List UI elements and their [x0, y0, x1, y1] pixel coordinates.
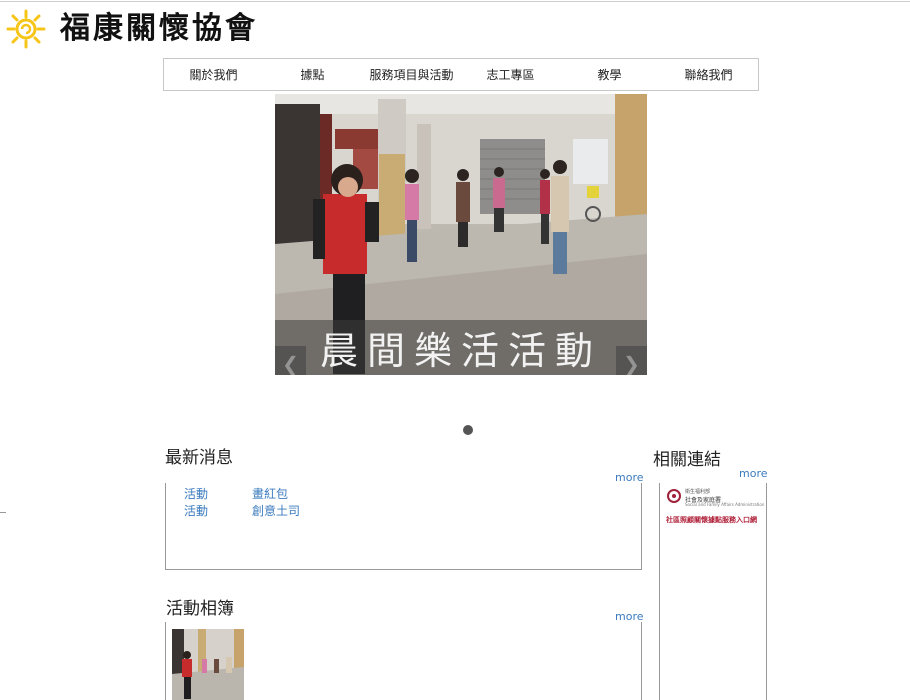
nav-item-about[interactable]: 關於我們 — [164, 59, 263, 90]
album-title: 活動相簿 — [166, 599, 234, 619]
album-photo — [172, 629, 244, 700]
sun-icon — [6, 9, 46, 49]
side-marker — [0, 512, 6, 513]
nav-item-locations[interactable]: 據點 — [263, 59, 362, 90]
site-name: 福康關懷協會 — [60, 11, 258, 46]
links-title: 相關連結 — [653, 450, 721, 470]
link-caption: 社區照顧關懷據點服務入口網 — [666, 516, 757, 524]
album-list — [165, 622, 642, 700]
news-item-link[interactable]: 畫紅包 — [252, 485, 288, 502]
news-category[interactable]: 活動 — [184, 502, 252, 519]
main-nav: 關於我們 據點 服務項目與活動 志工專區 教學 聯絡我們 — [163, 58, 759, 91]
site-logo[interactable]: 福康關懷協會 — [6, 6, 258, 52]
banner-slider: ❮ ❯ 晨間樂活活動 — [275, 94, 647, 375]
top-divider — [0, 1, 910, 2]
news-category[interactable]: 活動 — [184, 485, 252, 502]
sfaa-emblem-icon — [667, 489, 681, 503]
news-title: 最新消息 — [165, 448, 233, 468]
list-item: 活動 畫紅包 — [184, 485, 288, 502]
banner-caption: 晨間樂活活動 — [275, 320, 647, 375]
sfaa-link-banner[interactable]: 衛生福利部 社會及家庭署 Social and Family Affairs A… — [666, 487, 764, 527]
nav-item-teaching[interactable]: 教學 — [560, 59, 659, 90]
links-list: 衛生福利部 社會及家庭署 Social and Family Affairs A… — [659, 483, 767, 700]
org-name-english: Social and Family Affairs Administration — [685, 502, 765, 507]
links-more-link[interactable]: more — [739, 467, 768, 480]
list-item: 活動 創意土司 — [184, 502, 300, 519]
nav-item-volunteers[interactable]: 志工專區 — [461, 59, 560, 90]
news-item-link[interactable]: 創意土司 — [252, 502, 300, 519]
org-name-line1: 衛生福利部 — [685, 489, 711, 495]
album-thumbnail[interactable] — [172, 629, 244, 700]
nav-item-services[interactable]: 服務項目與活動 — [362, 59, 461, 90]
slider-dot[interactable] — [463, 425, 473, 435]
news-list: 活動 畫紅包 活動 創意土司 — [165, 483, 642, 570]
nav-item-contact[interactable]: 聯絡我們 — [659, 59, 758, 90]
